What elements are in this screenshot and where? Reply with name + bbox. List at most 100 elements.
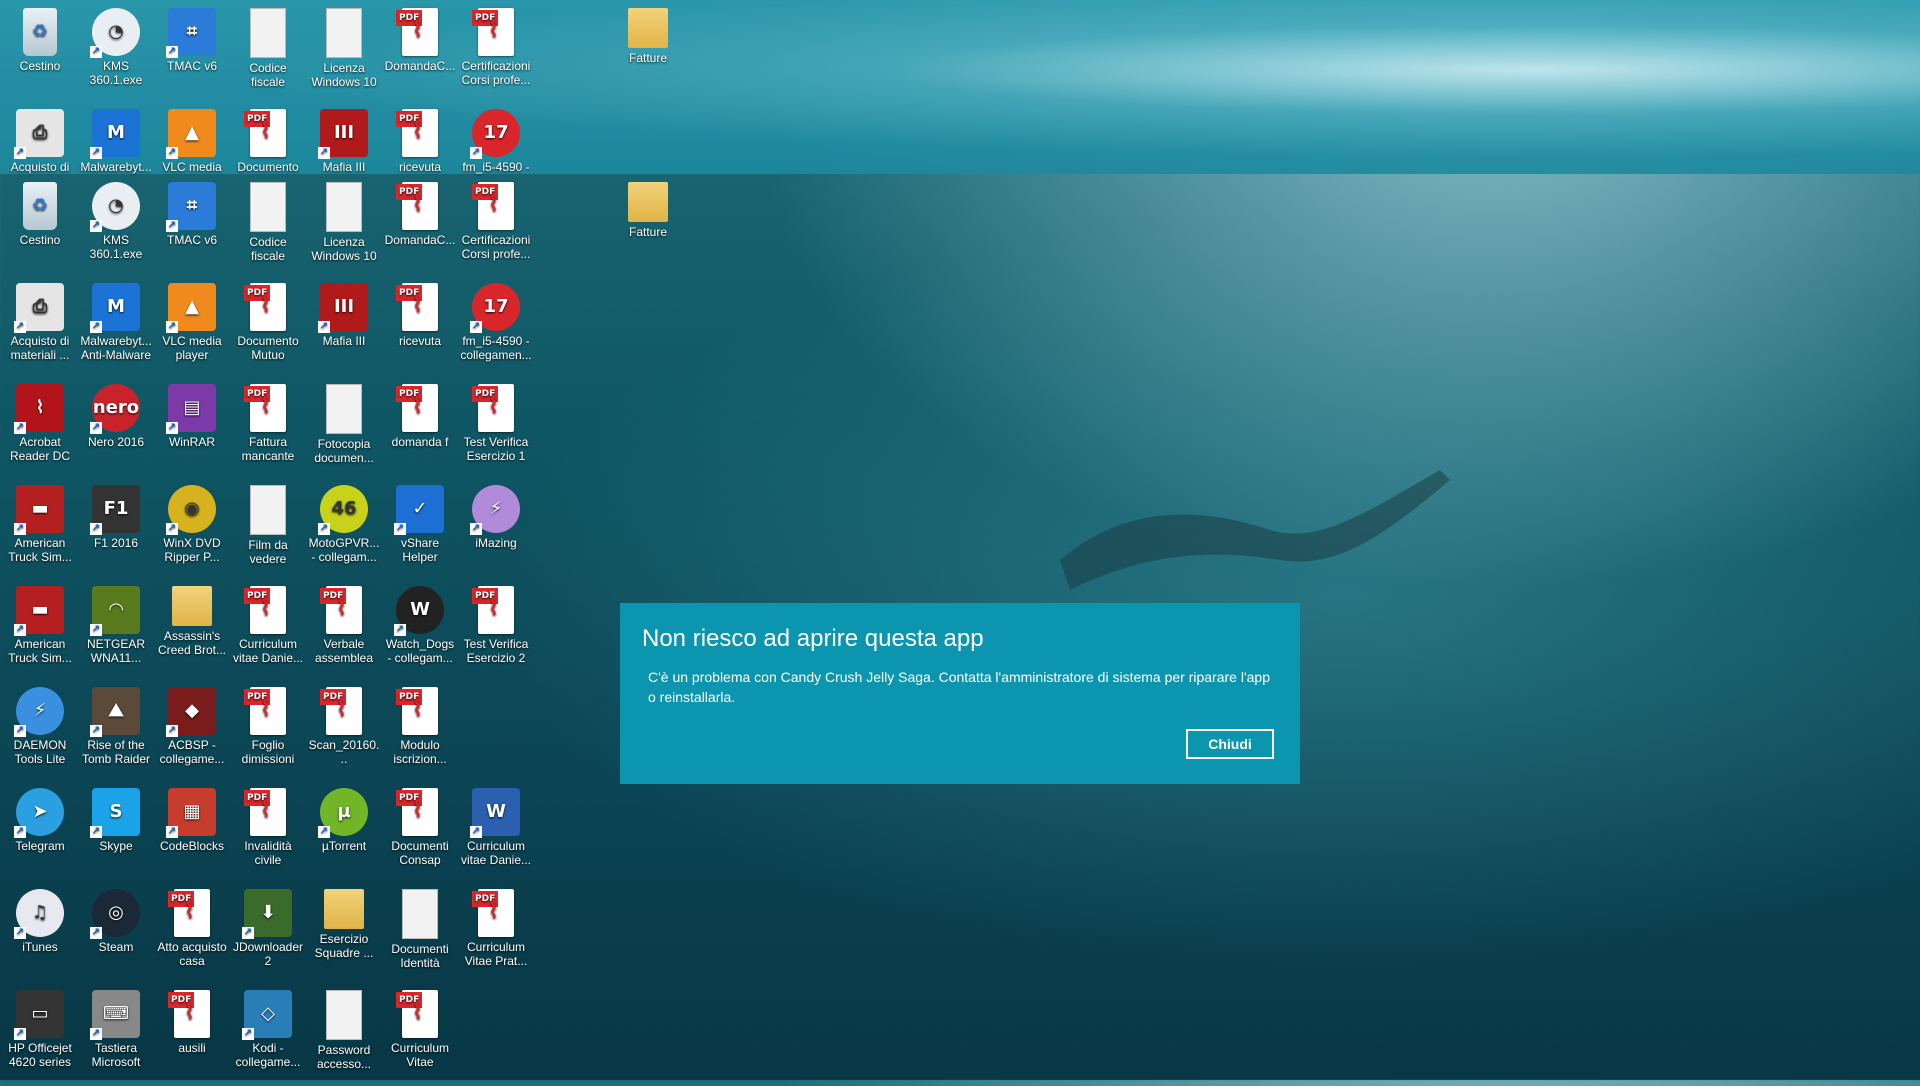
desktop-icon-test-verifica-esercizio-2[interactable]: Test Verifica Esercizio 2	[458, 582, 534, 682]
desktop-icon-hp-officejet-4620-series[interactable]: ▭HP Officejet 4620 series	[2, 986, 78, 1086]
desktop-icon-tmac-v6[interactable]: ⌗TMAC v6	[154, 4, 230, 104]
desktop-icon-film-da-vedere[interactable]: Film da vedere	[230, 481, 306, 581]
desktop-icon-label: Curriculum Vitae Prat...	[464, 940, 528, 968]
desktop-icon-label: CodeBlocks	[159, 839, 225, 853]
desktop-icon-label: fm_i5-4590 - collegamen...	[460, 334, 532, 362]
malware-icon: M	[90, 283, 140, 333]
desktop-icon-domandac[interactable]: DomandaC...	[382, 178, 458, 278]
desktop-icon-curriculum-vitae[interactable]: Curriculum Vitae	[382, 986, 458, 1086]
mafia-icon: III	[318, 283, 368, 333]
desktop-icon-vshare-helper[interactable]: ✓vShare Helper	[382, 481, 458, 581]
pdf-file-icon	[472, 889, 514, 937]
desktop-icon-vlc-media-player[interactable]: ▲VLC media player	[154, 279, 230, 379]
document-file-icon	[250, 182, 286, 232]
desktop-icon-itunes[interactable]: ♫iTunes	[2, 885, 78, 985]
desktop-icon-label: Rise of the Tomb Raider	[81, 738, 151, 766]
desktop-icon-watch-dogs-collegam[interactable]: WWatch_Dogs - collegam...	[382, 582, 458, 682]
truck-icon: ▬	[14, 586, 64, 636]
wallpaper-diver	[1060, 470, 1450, 590]
desktop-icon-label: ausili	[178, 1041, 206, 1055]
desktop-icon-daemon-tools-lite[interactable]: ⚡DAEMON Tools Lite	[2, 683, 78, 783]
desktop-icon-codice-fiscale[interactable]: Codice fiscale	[230, 4, 306, 104]
desktop-icon-curriculum-vitae-danie[interactable]: WCurriculum vitae Danie...	[458, 784, 534, 884]
desktop-icon-label: Codice fiscale	[249, 235, 287, 263]
pdf-file-icon	[396, 182, 438, 230]
desktop-icon-tastiera-microsoft[interactable]: ⌨Tastiera Microsoft	[78, 986, 154, 1086]
desktop-icon-nero-2016[interactable]: neroNero 2016	[78, 380, 154, 480]
desktop-icon-fatture-2[interactable]: Fatture	[610, 178, 686, 278]
desktop-icon-skype[interactable]: SSkype	[78, 784, 154, 884]
desktop-icon-codice-fiscale[interactable]: Codice fiscale	[230, 178, 306, 278]
desktop-icon-malwarebyt-anti-malware[interactable]: MMalwarebyt... Anti-Malware	[78, 279, 154, 379]
desktop-icon-verbale-assemblea[interactable]: Verbale assemblea	[306, 582, 382, 682]
malware-icon: M	[90, 109, 140, 159]
desktop-icon-licenza-windows-10[interactable]: Licenza Windows 10	[306, 4, 382, 104]
desktop-icon-acrobat-reader-dc[interactable]: ⌇Acrobat Reader DC	[2, 380, 78, 480]
desktop-icon-documenti-consap[interactable]: Documenti Consap	[382, 784, 458, 884]
desktop-icon-jdownloader-2[interactable]: ⬇JDownloader 2	[230, 885, 306, 985]
desktop-icon-label: Invalidità civile	[244, 839, 292, 867]
desktop-icon-fm-i5-4590-collegamen[interactable]: 17fm_i5-4590 - collegamen...	[458, 279, 534, 379]
pdf-file-icon	[396, 687, 438, 735]
vshare-icon: ✓	[394, 485, 444, 535]
desktop-icon-american-truck-sim[interactable]: ▬American Truck Sim...	[2, 481, 78, 581]
desktop-icon-acquisto-di-materiali[interactable]: ⎙Acquisto di materiali ...	[2, 279, 78, 379]
desktop-icon-domanda-f[interactable]: domanda f	[382, 380, 458, 480]
desktop-icon-label: Modulo iscrizion...	[393, 738, 447, 766]
desktop-icon-fatture[interactable]: Fatture	[610, 4, 686, 104]
desktop-icon-documento-mutuo[interactable]: Documento Mutuo	[230, 279, 306, 379]
desktop-icon-password-accesso[interactable]: Password accesso...	[306, 986, 382, 1086]
desktop-icon-kms-360-1-exe[interactable]: ◔KMS 360.1.exe	[78, 178, 154, 278]
desktop-icon-assassin-s-creed-brot[interactable]: Assassin's Creed Brot...	[154, 582, 230, 682]
desktop-icon-cestino[interactable]: ♻ Cestino	[2, 4, 78, 104]
desktop-icon-curriculum-vitae-danie[interactable]: Curriculum vitae Danie...	[230, 582, 306, 682]
pdf-file-icon	[396, 384, 438, 432]
desktop-icon-label: vShare Helper	[400, 536, 440, 564]
desktop-icon-fattura-mancante[interactable]: Fattura mancante	[230, 380, 306, 480]
desktop-icon-tmac-v6[interactable]: ⌗TMAC v6	[154, 178, 230, 278]
desktop-icon-f1-2016[interactable]: F1F1 2016	[78, 481, 154, 581]
desktop-icon-certificazioni-corsi-profe[interactable]: Certificazioni Corsi profe...	[458, 178, 534, 278]
desktop-icon-cestino[interactable]: ♻ Cestino	[2, 178, 78, 278]
desktop-icon-telegram[interactable]: ➤Telegram	[2, 784, 78, 884]
close-button[interactable]: Chiudi	[1186, 729, 1274, 759]
desktop-icon-kodi-collegame[interactable]: ◇Kodi - collegame...	[230, 986, 306, 1086]
desktop-icon-ausili[interactable]: ausili	[154, 986, 230, 1086]
desktop-icon-torrent[interactable]: µµTorrent	[306, 784, 382, 884]
desktop-icon-esercizio-squadre[interactable]: Esercizio Squadre ...	[306, 885, 382, 985]
desktop-icon-acbsp-collegame[interactable]: ◆ACBSP - collegame...	[154, 683, 230, 783]
desktop-icon-kms-360-1-exe[interactable]: ◔KMS 360.1.exe	[78, 4, 154, 104]
desktop-icon-modulo-iscrizion[interactable]: Modulo iscrizion...	[382, 683, 458, 783]
desktop-icon-ricevuta[interactable]: ricevuta	[382, 279, 458, 379]
desktop-icon-rise-of-the-tomb-raider[interactable]: ⛰Rise of the Tomb Raider	[78, 683, 154, 783]
desktop-icon-motogpvr-collegam[interactable]: 46MotoGPVR... - collegam...	[306, 481, 382, 581]
f1-icon: F1	[90, 485, 140, 535]
desktop-icon-winrar[interactable]: ▤WinRAR	[154, 380, 230, 480]
desktop-icon-label: MotoGPVR... - collegam...	[308, 536, 380, 564]
desktop-icon-certificazioni-corsi-profe[interactable]: Certificazioni Corsi profe...	[458, 4, 534, 104]
telegram-icon: ➤	[14, 788, 64, 838]
desktop-icon-winx-dvd-ripper-p[interactable]: ◉WinX DVD Ripper P...	[154, 481, 230, 581]
desktop-icon-steam[interactable]: ◎Steam	[78, 885, 154, 985]
desktop-icon-invalidit-civile[interactable]: Invalidità civile	[230, 784, 306, 884]
recycle-bin-icon: ♻	[23, 8, 57, 56]
desktop-icon-american-truck-sim[interactable]: ▬American Truck Sim...	[2, 582, 78, 682]
desktop-icon-foglio-dimissioni[interactable]: Foglio dimissioni	[230, 683, 306, 783]
desktop-icon-label: TMAC v6	[166, 233, 217, 247]
desktop-icon-netgear-wna11[interactable]: ◠NETGEAR WNA11...	[78, 582, 154, 682]
desktop-icon-documenti-identit[interactable]: Documenti Identità	[382, 885, 458, 985]
desktop-icon-imazing[interactable]: ⚡iMazing	[458, 481, 534, 581]
desktop-icon-domandac[interactable]: DomandaC...	[382, 4, 458, 104]
desktop-icon-scan-20160[interactable]: Scan_20160...	[306, 683, 382, 783]
desktop-icon-label: HP Officejet 4620 series	[8, 1041, 72, 1069]
desktop-icon-fotocopia-documen[interactable]: Fotocopia documen...	[306, 380, 382, 480]
desktop-icon-codeblocks[interactable]: ▦CodeBlocks	[154, 784, 230, 884]
error-dialog: Non riesco ad aprire questa app C'è un p…	[620, 603, 1300, 784]
desktop-icon-curriculum-vitae-prat[interactable]: Curriculum Vitae Prat...	[458, 885, 534, 985]
steam-icon: ◎	[90, 889, 140, 939]
desktop-icon-test-verifica-esercizio-1[interactable]: Test Verifica Esercizio 1	[458, 380, 534, 480]
desktop-icon-label: Esercizio Squadre ...	[314, 932, 374, 960]
desktop-icon-atto-acquisto-casa[interactable]: Atto acquisto casa	[154, 885, 230, 985]
desktop-icon-licenza-windows-10[interactable]: Licenza Windows 10	[306, 178, 382, 278]
desktop-icon-mafia-iii[interactable]: IIIMafia III	[306, 279, 382, 379]
